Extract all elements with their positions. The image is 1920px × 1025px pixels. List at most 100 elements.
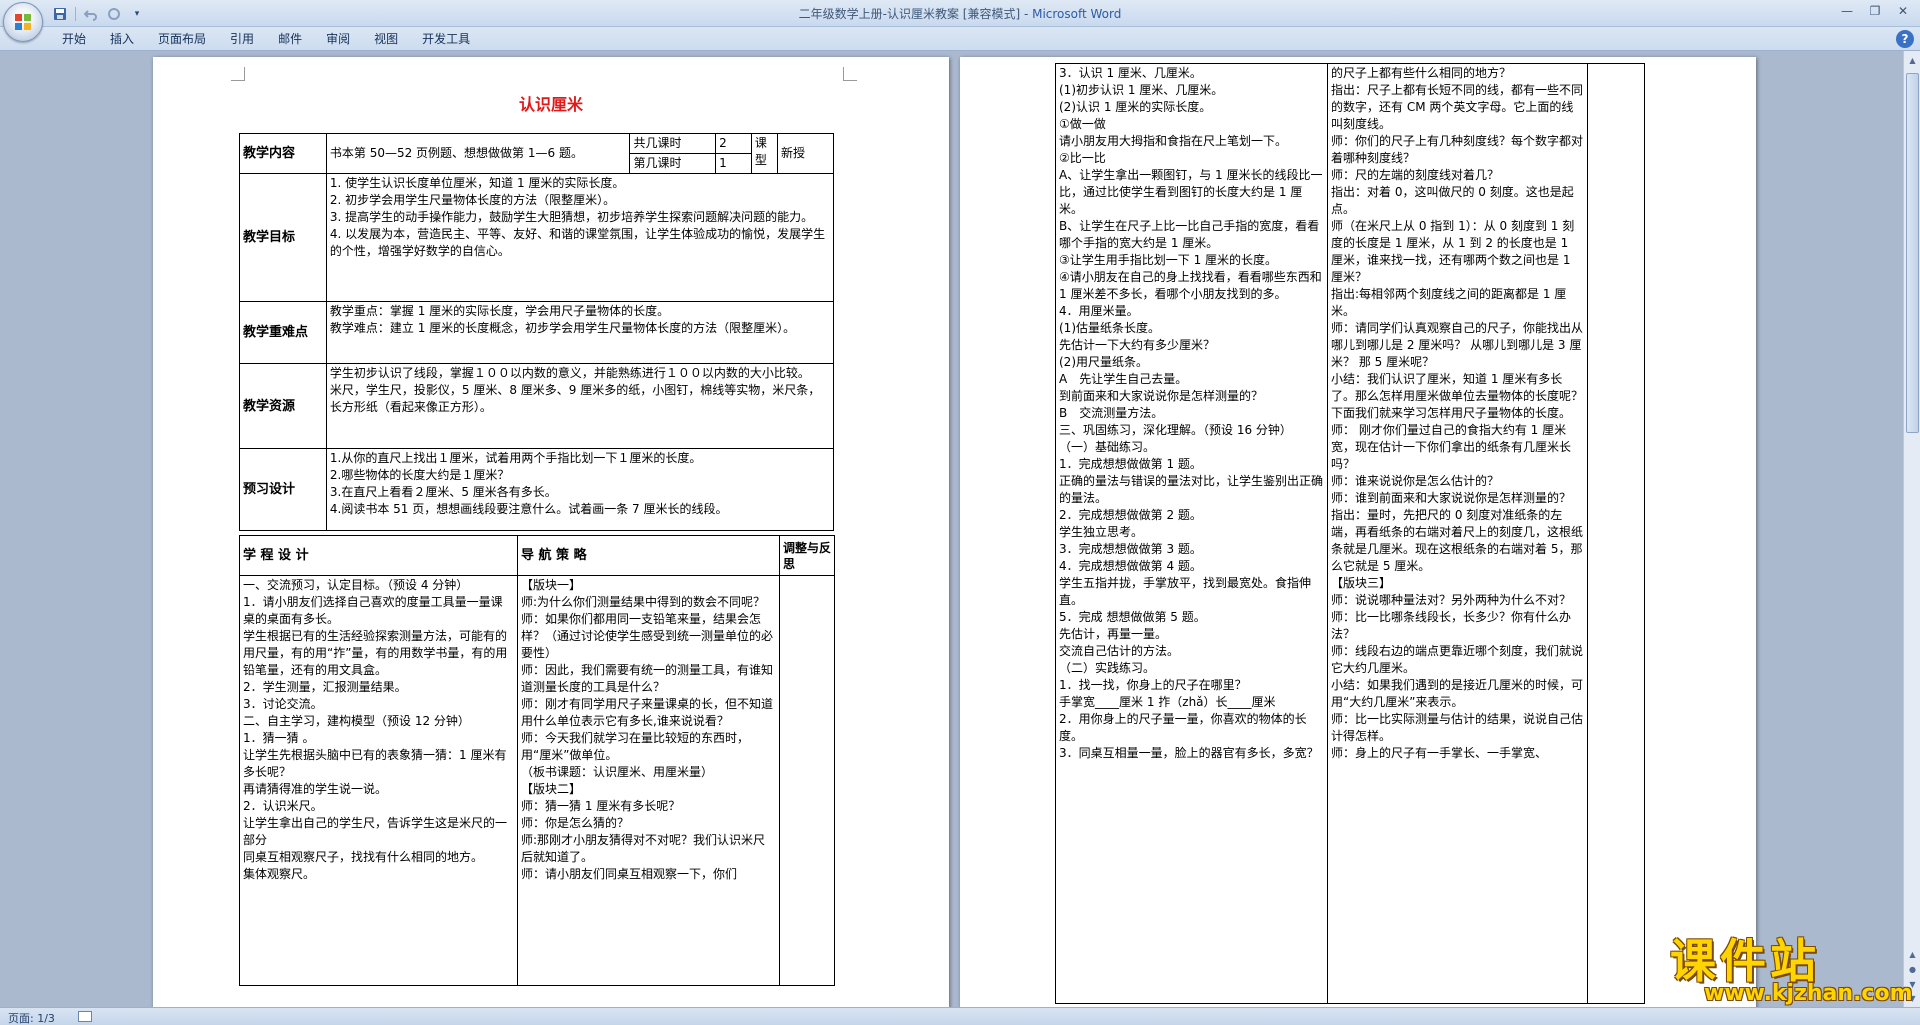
strategy-line: 指出:每相邻两个刻度线之间的距离都是 1 厘米。 bbox=[1331, 287, 1567, 318]
process-line: (2)用尺量纸条。 bbox=[1059, 355, 1148, 369]
strategy-line: 指出：量时，先把尺的 0 刻度对准纸条的左端，再看纸条的右端对着尺上的刻度几，这… bbox=[1331, 508, 1584, 573]
process-line: 5．完成 想想做做第 5 题。 bbox=[1059, 610, 1206, 624]
process-line: 先估计，再量一量。 bbox=[1059, 627, 1168, 641]
strategy-line: 师：尺的左端的刻度线对着几？ bbox=[1331, 168, 1500, 182]
process-line: 正确的量法与错误的量法对比，让学生鉴别出正确的量法。 bbox=[1059, 474, 1324, 505]
content-value: 书本第 50—52 页例题、想想做做第 1—6 题。 bbox=[325, 133, 631, 174]
type-label: 课型 bbox=[750, 133, 779, 174]
resource-list: 学生初步认识了线段，掌握１００以内数的意义，并能熟练进行１００以内数的大小比较。… bbox=[325, 363, 835, 449]
process-line: 4．用厘米量。 bbox=[1059, 304, 1139, 318]
site-watermark: 课件站 www.kjzhan.com bbox=[1670, 925, 1913, 1006]
strategy-line: 师：如果你们都用同一支铅笔来量，结果会怎样？（通过讨论使学生感受到统一测量单位的… bbox=[521, 612, 774, 660]
process-line: 集体观察尺。 bbox=[243, 867, 316, 881]
vertical-scrollbar[interactable]: ▲ ▲ ● ▼ ▼ bbox=[1903, 51, 1920, 1007]
strategy-line: 师：线段右边的端点更靠近哪个刻度，我们就说它大约几厘米。 bbox=[1331, 644, 1584, 675]
page-indicator[interactable]: 页面: 1/3 bbox=[8, 1010, 55, 1025]
scroll-up-icon[interactable]: ▲ bbox=[1906, 54, 1919, 68]
process-line: B 交流测量方法。 bbox=[1059, 406, 1164, 420]
strategy-line: 小结：我们认识了厘米，知道 1 厘米有多长了。那么怎样用厘米做单位去量物体的长度… bbox=[1331, 372, 1584, 420]
learning-process-table-continued: 3．认识 1 厘米、几厘米。 (1)初步认识 1 厘米、几厘米。 (2)认识 1… bbox=[1055, 63, 1645, 1004]
process-line: 请小朋友用大拇指和食指在尺上笔划一下。 bbox=[1059, 134, 1288, 148]
preview-item: 1.从你的直尺上找出１厘米，试着用两个手指比划一下１厘米的长度。 bbox=[329, 451, 702, 465]
strategy-line: 师：身上的尺子有一手掌长、一手掌宽、 bbox=[1331, 746, 1548, 760]
strategy-line: （板书课题：认识厘米、用厘米量） bbox=[521, 765, 714, 779]
strategy-line: 师：今天我们就学习在量比较短的东西时，用“厘米”做单位。 bbox=[521, 731, 750, 762]
strategy-line: 师：刚才有同学用尺子来量课桌的长，但不知道用什么单位表示它有多长,谁来说说看？ bbox=[521, 697, 774, 728]
document-area: 认识厘米 教学内容 书本第 50—52 页例题、想想做做第 1—6 题。 共几课… bbox=[0, 51, 1903, 1007]
preview-item: 2.哪些物体的长度大约是１厘米？ bbox=[329, 468, 510, 482]
goal-label: 教学目标 bbox=[239, 173, 327, 302]
process-line: 学生根据已有的生活经验探索测量方法，可能有的用尺量，有的用“拃”量，有的用数学书… bbox=[243, 629, 508, 677]
process-line: 再请猜得准的学生说一说。 bbox=[243, 782, 388, 796]
help-icon[interactable]: ? bbox=[1896, 30, 1914, 48]
ribbon-tabs: 开始 插入 页面布局 引用 邮件 审阅 视图 开发工具 bbox=[50, 27, 482, 51]
strategy-line: 师：因此，我们需要有统一的测量工具，有谁知道测量长度的工具是什么？ bbox=[521, 663, 774, 694]
proofing-icon[interactable] bbox=[78, 1011, 92, 1022]
goal-item: 4. 以发展为本，营造民主、平等、友好、和谐的课堂氛围，让学生体验成功的愉悦，发… bbox=[329, 227, 826, 258]
process-line: 二、自主学习，建构模型（预设 12 分钟） bbox=[243, 714, 470, 728]
strategy-line: 【版块三】 bbox=[1331, 576, 1392, 590]
process-line: 3．认识 1 厘米、几厘米。 bbox=[1059, 66, 1202, 80]
process-line: 让学生拿出自己的学生尺，告诉学生这是米尺的一部分 bbox=[243, 816, 508, 847]
strategy-column: 【版块一】 师:为什么你们测量结果中得到的数会不同呢？ 师：如果你们都用同一支铅… bbox=[517, 575, 780, 986]
key-list: 教学重点：掌握 1 厘米的实际长度，学会用尺子量物体的长度。 教学难点：建立 1… bbox=[325, 301, 835, 364]
process-line: 2．用你身上的尺子量一量，你喜欢的物体的长度。 bbox=[1059, 712, 1307, 743]
process-line: (1)估量纸条长度。 bbox=[1059, 321, 1160, 335]
tab-view[interactable]: 视图 bbox=[362, 27, 410, 51]
process-line: 2．学生测量，汇报测量结果。 bbox=[243, 680, 407, 694]
office-logo-icon bbox=[15, 14, 32, 31]
process-line: ③让学生用手指比划一下 1 厘米的长度。 bbox=[1059, 253, 1278, 267]
process-line: 一、交流预习，认定目标。（预设 4 分钟） bbox=[243, 578, 469, 592]
strategy-line: 小结：如果我们遇到的是接近几厘米的时候，可用“大约几厘米”来表示。 bbox=[1331, 678, 1584, 709]
process-line: 3．同桌互相量一量，脸上的器官有多长，多宽？ bbox=[1059, 746, 1319, 760]
process-line: B、让学生在尺子上比一比自己手指的宽度，看看哪个手指的宽大约是 1 厘米。 bbox=[1059, 219, 1320, 250]
strategy-line: 师：谁来说说你是怎么估计的？ bbox=[1331, 474, 1500, 488]
preview-label: 预习设计 bbox=[239, 448, 327, 531]
strategy-line: 师:为什么你们测量结果中得到的数会不同呢？ bbox=[521, 595, 766, 609]
process-line: （一）基础练习。 bbox=[1059, 440, 1156, 454]
preview-item: 4.阅读书本 51 页，想想画线段要注意什么。试着画一条 7 厘米长的线段。 bbox=[329, 502, 728, 516]
process-line: 3．讨论交流。 bbox=[243, 697, 323, 711]
tab-review[interactable]: 审阅 bbox=[314, 27, 362, 51]
strategy-line: 的尺子上都有些什么相同的地方？ bbox=[1331, 66, 1512, 80]
close-icon[interactable]: ✕ bbox=[1890, 2, 1916, 20]
preview-list: 1.从你的直尺上找出１厘米，试着用两个手指比划一下１厘米的长度。 2.哪些物体的… bbox=[325, 448, 835, 531]
tab-references[interactable]: 引用 bbox=[218, 27, 266, 51]
reflection-column bbox=[779, 575, 835, 986]
strategy-column: 的尺子上都有些什么相同的地方？ 指出：尺子上都有长短不同的线，都有一些不同的数字… bbox=[1327, 63, 1588, 1004]
strategy-line: 师：谁到前面来和大家说说你是怎样测量的？ bbox=[1331, 491, 1572, 505]
strategy-line: 师： 刚才你们量过自己的食指大约有 1 厘米宽，现在估计一下你们拿出的纸条有几厘… bbox=[1331, 423, 1572, 471]
process-line: ④请小朋友在自己的身上找找看，看看哪些东西和 1 厘米差不多长，看哪个小朋友找到… bbox=[1059, 270, 1322, 301]
process-line: 三、巩固练习，深化理解。（预设 16 分钟） bbox=[1059, 423, 1292, 437]
strategy-line: 【版块一】 bbox=[521, 578, 582, 592]
which-hour-label: 第几课时 bbox=[629, 153, 717, 174]
goal-item: 1. 使学生认识长度单位厘米，知道 1 厘米的实际长度。 bbox=[329, 176, 625, 190]
process-line: 1．找一找，你身上的尺子在哪里？ bbox=[1059, 678, 1247, 692]
process-line: 学生独立思考。 bbox=[1059, 525, 1144, 539]
process-line: 4．完成想想做做第 4 题。 bbox=[1059, 559, 1202, 573]
strategy-line: 师：请同学们认真观察自己的尺子，你能找出从哪儿到哪儿是 2 厘米吗？ 从哪儿到哪… bbox=[1331, 321, 1584, 369]
content-label: 教学内容 bbox=[239, 133, 327, 174]
process-line: ①做一做 bbox=[1059, 117, 1106, 131]
process-line: 1．猜一猜 。 bbox=[243, 731, 315, 745]
minimize-icon[interactable]: — bbox=[1834, 2, 1860, 20]
window-title: 二年级数学上册-认识厘米教案 [兼容模式] - Microsoft Word bbox=[0, 5, 1920, 22]
tab-mailings[interactable]: 邮件 bbox=[266, 27, 314, 51]
document-title: 认识厘米 bbox=[518, 95, 583, 114]
tab-page-layout[interactable]: 页面布局 bbox=[146, 27, 218, 51]
resource-label: 教学资源 bbox=[239, 363, 327, 449]
key-label: 教学重难点 bbox=[239, 301, 327, 364]
process-line: 到前面来和大家说说你是怎样测量的？ bbox=[1059, 389, 1264, 403]
office-button[interactable] bbox=[3, 2, 43, 42]
tab-developer[interactable]: 开发工具 bbox=[410, 27, 482, 51]
restore-icon[interactable]: ❐ bbox=[1862, 2, 1888, 20]
title-bar: ▾ 二年级数学上册-认识厘米教案 [兼容模式] - Microsoft Word… bbox=[0, 0, 1920, 42]
page-1: 认识厘米 教学内容 书本第 50—52 页例题、想想做做第 1—6 题。 共几课… bbox=[153, 57, 949, 1007]
process-line: (1)初步认识 1 厘米、几厘米。 bbox=[1059, 83, 1224, 97]
tab-insert[interactable]: 插入 bbox=[98, 27, 146, 51]
tab-home[interactable]: 开始 bbox=[50, 27, 98, 51]
page-2: 3．认识 1 厘米、几厘米。 (1)初步认识 1 厘米、几厘米。 (2)认识 1… bbox=[960, 57, 1756, 1007]
lesson-info-table: 教学内容 书本第 50—52 页例题、想想做做第 1—6 题。 共几课时 2 课… bbox=[239, 133, 835, 531]
which-hour-value: 1 bbox=[715, 153, 752, 174]
scrollbar-thumb[interactable] bbox=[1906, 73, 1919, 433]
